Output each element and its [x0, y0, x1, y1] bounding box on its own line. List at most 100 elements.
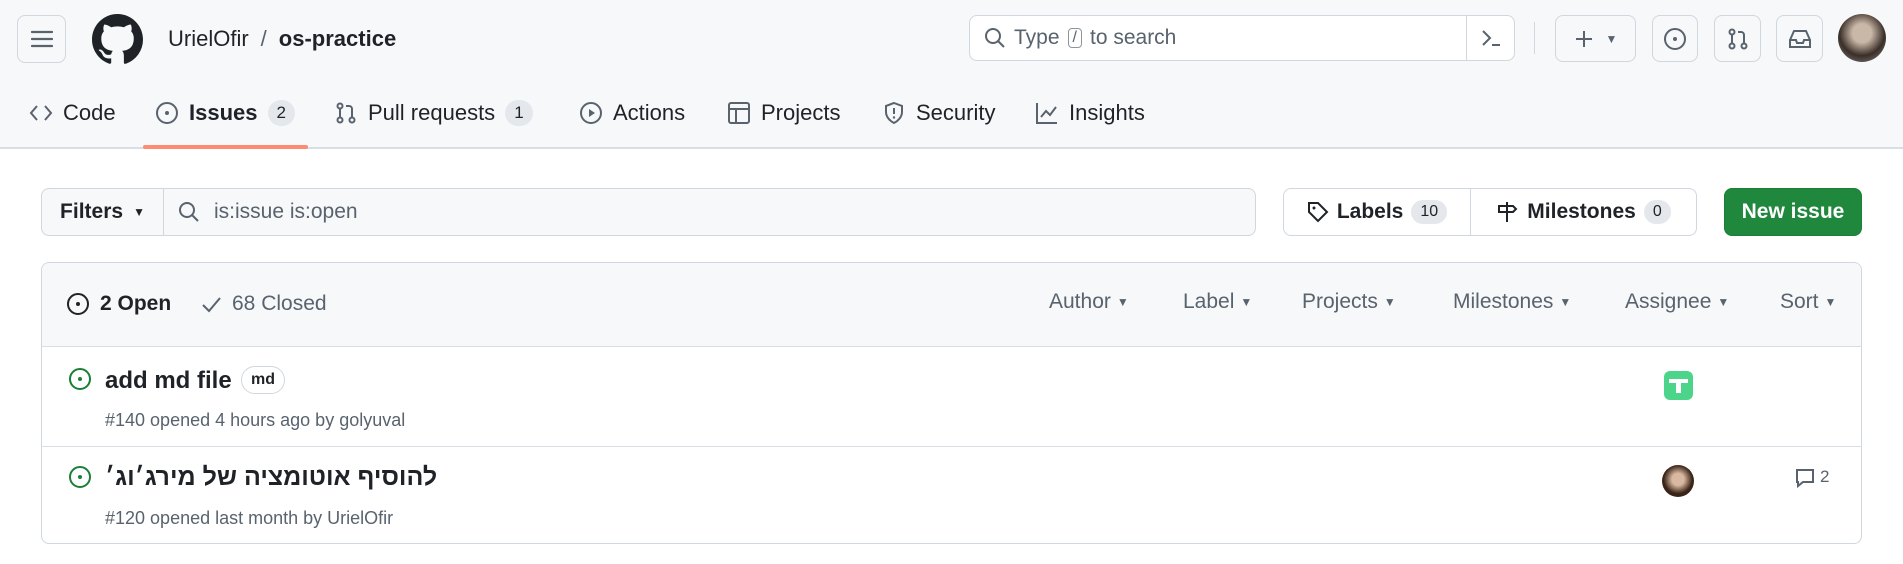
menu-button[interactable] — [17, 15, 66, 63]
check-icon — [202, 297, 221, 313]
open-issues-filter[interactable]: 2 Open — [66, 292, 171, 316]
hamburger-icon — [30, 30, 53, 48]
labels-label: Labels — [1336, 200, 1404, 223]
table-icon — [728, 102, 750, 124]
new-issue-button[interactable]: New issue — [1724, 188, 1862, 236]
play-icon — [580, 102, 602, 124]
author-filter[interactable]: Author ▼ — [1049, 290, 1129, 314]
tab-label: Actions — [613, 100, 686, 125]
search-shortcut-key: / — [1067, 28, 1082, 48]
search-icon — [179, 202, 199, 222]
chevron-down-icon: ▼ — [1605, 31, 1618, 46]
assignee-avatar[interactable] — [1664, 371, 1693, 400]
divider — [1534, 22, 1535, 54]
issue-row[interactable]: להוסיף אוטומציה של מירג׳וג׳ #120 opened … — [41, 446, 1862, 544]
tab-label: Code — [63, 100, 116, 125]
comment-count: 2 — [1820, 467, 1830, 486]
pull-request-icon — [1728, 28, 1747, 49]
assignee-avatar[interactable] — [1662, 465, 1694, 497]
issue-opened-icon — [67, 293, 89, 315]
filters-dropdown[interactable]: Filters ▼ — [41, 188, 164, 236]
filter-label: Milestones — [1453, 290, 1554, 313]
open-count: 2 Open — [100, 292, 172, 315]
search-query: is:issue is:open — [214, 200, 358, 223]
global-search-input[interactable]: Type / to search — [969, 15, 1515, 61]
tab-label: Insights — [1069, 100, 1145, 125]
label-filter[interactable]: Label ▼ — [1183, 290, 1252, 314]
milestones-count-badge: 0 — [1643, 200, 1671, 224]
filter-label: Projects — [1302, 290, 1378, 313]
create-new-button[interactable]: ▼ — [1555, 15, 1636, 62]
chevron-down-icon: ▼ — [1824, 295, 1837, 309]
active-tab-indicator — [143, 145, 308, 149]
tab-code[interactable]: Code — [29, 94, 116, 132]
issue-title-link[interactable]: add md file — [105, 367, 232, 395]
tab-label: Pull requests — [368, 100, 496, 125]
chevron-down-icon: ▼ — [1717, 295, 1730, 309]
projects-filter[interactable]: Projects ▼ — [1302, 290, 1396, 314]
filter-label: Assignee — [1625, 290, 1712, 313]
issue-opened-icon — [156, 102, 178, 124]
chevron-down-icon: ▼ — [1559, 295, 1572, 309]
tab-insights[interactable]: Insights — [1035, 94, 1145, 132]
tag-icon — [1307, 202, 1329, 223]
milestones-button[interactable]: Milestones 0 — [1470, 188, 1697, 236]
command-palette-button[interactable] — [1466, 16, 1514, 60]
pull-requests-button[interactable] — [1714, 15, 1761, 62]
terminal-icon — [1481, 30, 1500, 46]
graph-icon — [1036, 103, 1057, 124]
breadcrumb: UrielOfir / os-practice — [168, 26, 396, 52]
github-logo-icon[interactable] — [92, 14, 143, 65]
filter-label: Sort — [1780, 290, 1819, 313]
inbox-button[interactable] — [1776, 15, 1823, 62]
closed-count: 68 Closed — [232, 292, 327, 315]
new-issue-label: New issue — [1741, 200, 1845, 223]
filter-label: Label — [1183, 290, 1235, 313]
milestones-filter[interactable]: Milestones ▼ — [1453, 290, 1571, 314]
issues-count-badge: 2 — [267, 100, 295, 126]
assignee-filter[interactable]: Assignee ▼ — [1625, 290, 1729, 314]
milestone-icon — [1498, 202, 1518, 222]
tab-projects[interactable]: Projects — [727, 94, 840, 132]
tab-pull-requests[interactable]: Pull requests 1 — [334, 94, 533, 132]
filters-label: Filters — [60, 200, 124, 223]
issues-button[interactable] — [1652, 15, 1698, 62]
chevron-down-icon: ▼ — [1116, 295, 1129, 309]
repo-link[interactable]: os-practice — [279, 26, 396, 52]
issue-opened-icon — [69, 368, 91, 390]
tab-label: Projects — [761, 100, 841, 125]
comment-icon — [1796, 469, 1814, 489]
tab-issues[interactable]: Issues 2 — [155, 94, 295, 132]
breadcrumb-separator: / — [260, 26, 267, 51]
chevron-down-icon: ▼ — [133, 205, 145, 219]
chevron-down-icon: ▼ — [1240, 295, 1253, 309]
issue-title-link[interactable]: להוסיף אוטומציה של מירג׳וג׳ — [105, 463, 437, 492]
sort-dropdown[interactable]: Sort ▼ — [1780, 290, 1836, 314]
owner-link[interactable]: UrielOfir — [168, 26, 249, 52]
search-placeholder: Type — [1014, 26, 1060, 49]
issue-label-badge[interactable]: md — [241, 366, 285, 394]
issue-meta: #140 opened 4 hours ago by golyuval — [105, 410, 406, 430]
tab-label: Security — [916, 100, 996, 125]
plus-icon — [1575, 30, 1592, 47]
issue-search-input[interactable]: is:issue is:open — [163, 188, 1256, 236]
tab-actions[interactable]: Actions — [579, 94, 685, 132]
labels-button[interactable]: Labels 10 — [1283, 188, 1471, 236]
issue-row[interactable]: add md file md #140 opened 4 hours ago b… — [41, 346, 1862, 446]
closed-issues-filter[interactable]: 68 Closed — [200, 292, 327, 316]
issue-meta: #120 opened last month by UrielOfir — [105, 508, 394, 528]
search-placeholder-suffix: to search — [1089, 26, 1177, 49]
milestones-label: Milestones — [1527, 200, 1636, 223]
user-avatar[interactable] — [1838, 14, 1886, 62]
tab-security[interactable]: Security — [882, 94, 995, 132]
inbox-icon — [1788, 29, 1811, 48]
chevron-down-icon: ▼ — [1383, 295, 1396, 309]
tab-label: Issues — [189, 100, 258, 125]
issue-opened-icon — [1664, 27, 1686, 50]
labels-count-badge: 10 — [1411, 200, 1448, 224]
code-icon — [29, 105, 53, 121]
search-icon — [985, 28, 1005, 48]
repo-header: UrielOfir / os-practice Type / to search… — [0, 0, 1903, 149]
comments-link[interactable]: 2 — [1794, 467, 1829, 489]
pull-request-icon — [336, 102, 356, 124]
